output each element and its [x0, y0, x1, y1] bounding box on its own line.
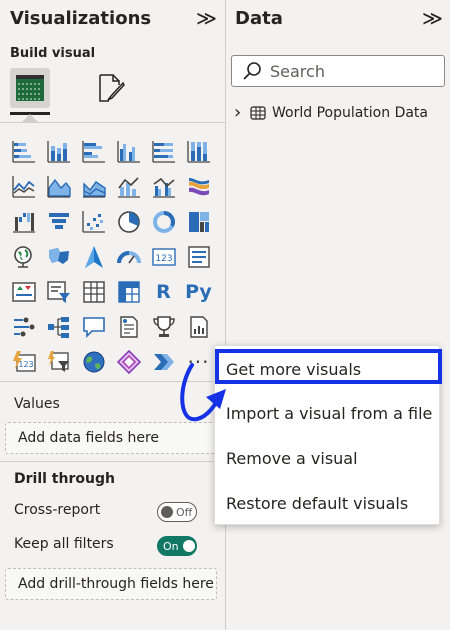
- search-input[interactable]: Search: [231, 55, 445, 87]
- gauge-icon[interactable]: [111, 239, 146, 274]
- python-visual-icon[interactable]: Py: [181, 274, 216, 309]
- donut-chart-icon[interactable]: [146, 204, 181, 239]
- qa-icon[interactable]: [76, 309, 111, 344]
- build-visual-button[interactable]: [10, 68, 50, 108]
- line-chart-icon[interactable]: [6, 169, 41, 204]
- power-automate-icon[interactable]: [41, 344, 76, 379]
- smart-narrative-icon[interactable]: [111, 309, 146, 344]
- tab-notch: [22, 114, 38, 122]
- map-icon[interactable]: [6, 239, 41, 274]
- treemap-icon[interactable]: [181, 204, 216, 239]
- toggle-state: On: [163, 539, 179, 553]
- toggle-state: Off: [176, 505, 193, 519]
- table-grid-icon: [16, 75, 44, 101]
- filled-map-icon[interactable]: [41, 239, 76, 274]
- search-placeholder: Search: [270, 61, 325, 81]
- paintbrush-page-icon: [99, 74, 125, 102]
- line-and-stacked-column-chart-icon[interactable]: [111, 169, 146, 204]
- multi-row-card-icon[interactable]: [181, 239, 216, 274]
- build-visual-label: Build visual: [10, 46, 96, 61]
- keep-all-filters-toggle[interactable]: On: [157, 536, 197, 556]
- py-glyph: Py: [185, 280, 212, 303]
- 100-percent-stacked-column-chart-icon[interactable]: [181, 134, 216, 169]
- arcgis-map-icon[interactable]: [76, 344, 111, 379]
- clustered-bar-chart-icon[interactable]: [76, 134, 111, 169]
- stacked-bar-chart-icon[interactable]: [6, 134, 41, 169]
- slicer-icon[interactable]: [41, 274, 76, 309]
- power-apps-diamond-icon[interactable]: [111, 344, 146, 379]
- clustered-column-chart-icon[interactable]: [111, 134, 146, 169]
- menu-item-restore-default-visuals[interactable]: Restore default visuals: [215, 484, 441, 524]
- annotation-arrow-icon: [180, 363, 226, 422]
- format-visual-button[interactable]: [90, 68, 130, 108]
- card-icon[interactable]: 123: [146, 239, 181, 274]
- table-name: World Population Data: [272, 104, 429, 121]
- paginated-report-icon[interactable]: [181, 309, 216, 344]
- table-icon: [250, 105, 266, 120]
- cross-report-label: Cross-report: [14, 502, 101, 518]
- visualizations-pane: Visualizations ≫ Build visual 123 R Py 1…: [0, 0, 225, 630]
- collapse-data-icon[interactable]: ≫: [422, 6, 443, 30]
- visualizations-title: Visualizations: [10, 8, 152, 29]
- menu-item-import-visual-from-file[interactable]: Import a visual from a file: [215, 394, 441, 434]
- kpi-icon[interactable]: [6, 274, 41, 309]
- line-and-clustered-column-chart-icon[interactable]: [146, 169, 181, 204]
- table-item-world-population-data[interactable]: › World Population Data: [234, 102, 428, 123]
- ribbon-chart-icon[interactable]: [181, 169, 216, 204]
- funnel-chart-icon[interactable]: [41, 204, 76, 239]
- data-pane: Data ≫ Search › World Population Data: [226, 0, 450, 630]
- drill-through-drop-well[interactable]: Add drill-through fields here: [5, 568, 217, 600]
- pie-chart-icon[interactable]: [111, 204, 146, 239]
- svg-text:123: 123: [18, 360, 33, 369]
- 100-percent-stacked-bar-chart-icon[interactable]: [146, 134, 181, 169]
- decomposition-tree-icon[interactable]: [41, 309, 76, 344]
- search-icon: [243, 62, 261, 80]
- chevron-right-icon[interactable]: ›: [234, 102, 244, 123]
- trophy-metrics-icon[interactable]: [146, 309, 181, 344]
- r-glyph: R: [156, 280, 171, 303]
- area-chart-icon[interactable]: [41, 169, 76, 204]
- stacked-area-chart-icon[interactable]: [76, 169, 111, 204]
- matrix-icon[interactable]: [111, 274, 146, 309]
- divider: [0, 122, 225, 123]
- r-script-visual-icon[interactable]: R: [146, 274, 181, 309]
- stacked-column-chart-icon[interactable]: [41, 134, 76, 169]
- table-icon[interactable]: [76, 274, 111, 309]
- toggle-knob: [161, 506, 173, 518]
- power-apps-icon[interactable]: 123: [6, 344, 41, 379]
- keep-all-filters-label: Keep all filters: [14, 536, 114, 552]
- collapse-visualizations-icon[interactable]: ≫: [196, 6, 217, 30]
- data-title: Data: [235, 8, 283, 29]
- menu-item-remove-visual[interactable]: Remove a visual: [215, 439, 441, 479]
- toggle-knob: [182, 540, 195, 552]
- visual-gallery: 123 R Py 123 ···: [6, 134, 216, 379]
- cross-report-toggle[interactable]: Off: [157, 502, 197, 522]
- key-influencers-icon[interactable]: [6, 309, 41, 344]
- scatter-chart-icon[interactable]: [76, 204, 111, 239]
- drill-through-heading: Drill through: [14, 471, 115, 487]
- values-label: Values: [14, 396, 60, 412]
- highlight-box: [215, 349, 442, 384]
- divider: [0, 461, 225, 462]
- svg-text:123: 123: [155, 254, 172, 264]
- azure-map-icon[interactable]: [76, 239, 111, 274]
- waterfall-chart-icon[interactable]: [6, 204, 41, 239]
